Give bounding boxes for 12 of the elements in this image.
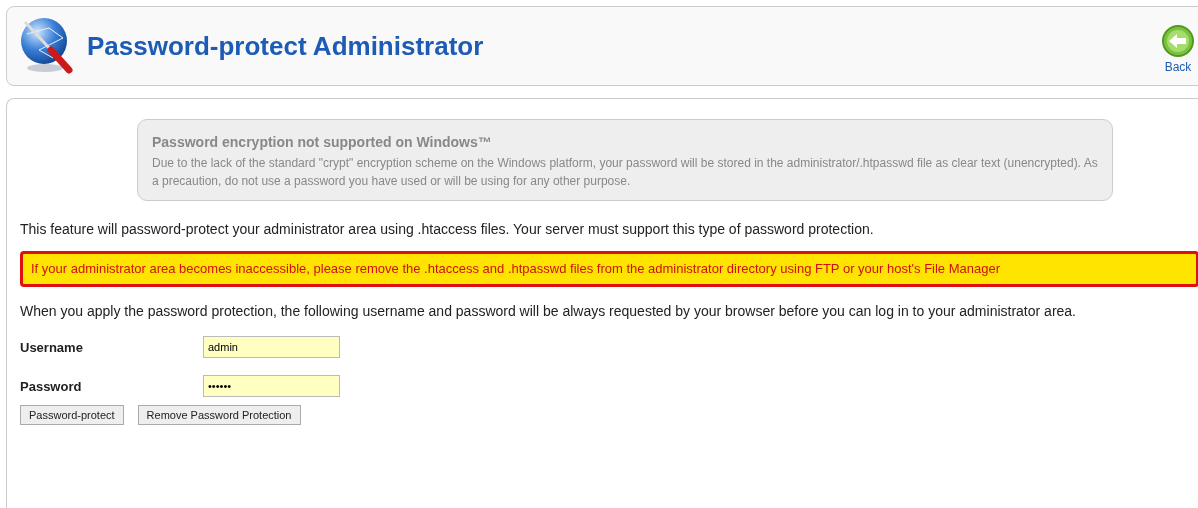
action-button[interactable]: Remove Password Protection	[137, 405, 301, 425]
explanation-text: When you apply the password protection, the following username and password will be always requested by your browser before you can log in to your administrator area.	[20, 302, 1077, 321]
intro-text: This feature will password-protect your administrator area using .htaccess files. Your server must support this type of password protection.	[20, 221, 875, 237]
warning-message: If your administrator area becomes inaccessible, please remove the .htaccess and .htpasswd files from the administrator directory using FTP or your host's File Manager	[20, 251, 1198, 287]
notice-text: Due to the lack of the standard "crypt" encryption scheme on the Windows platform, your password will be stored in the administrator/.htpasswd file as clear text (unencrypted). As a precaution, do not use a password you have used or will be using for any other purpose.	[152, 155, 1098, 190]
notice-title: Password encryption not supported on Windows™	[152, 134, 493, 150]
page-title: Password-protect Administrator	[87, 30, 485, 62]
action-button[interactable]: Password-protect	[20, 405, 124, 425]
input-field[interactable]: ••••••	[203, 375, 340, 397]
input-field[interactable]: admin	[203, 336, 340, 358]
field-label: Username	[20, 339, 84, 355]
field-label: Password	[20, 378, 83, 394]
